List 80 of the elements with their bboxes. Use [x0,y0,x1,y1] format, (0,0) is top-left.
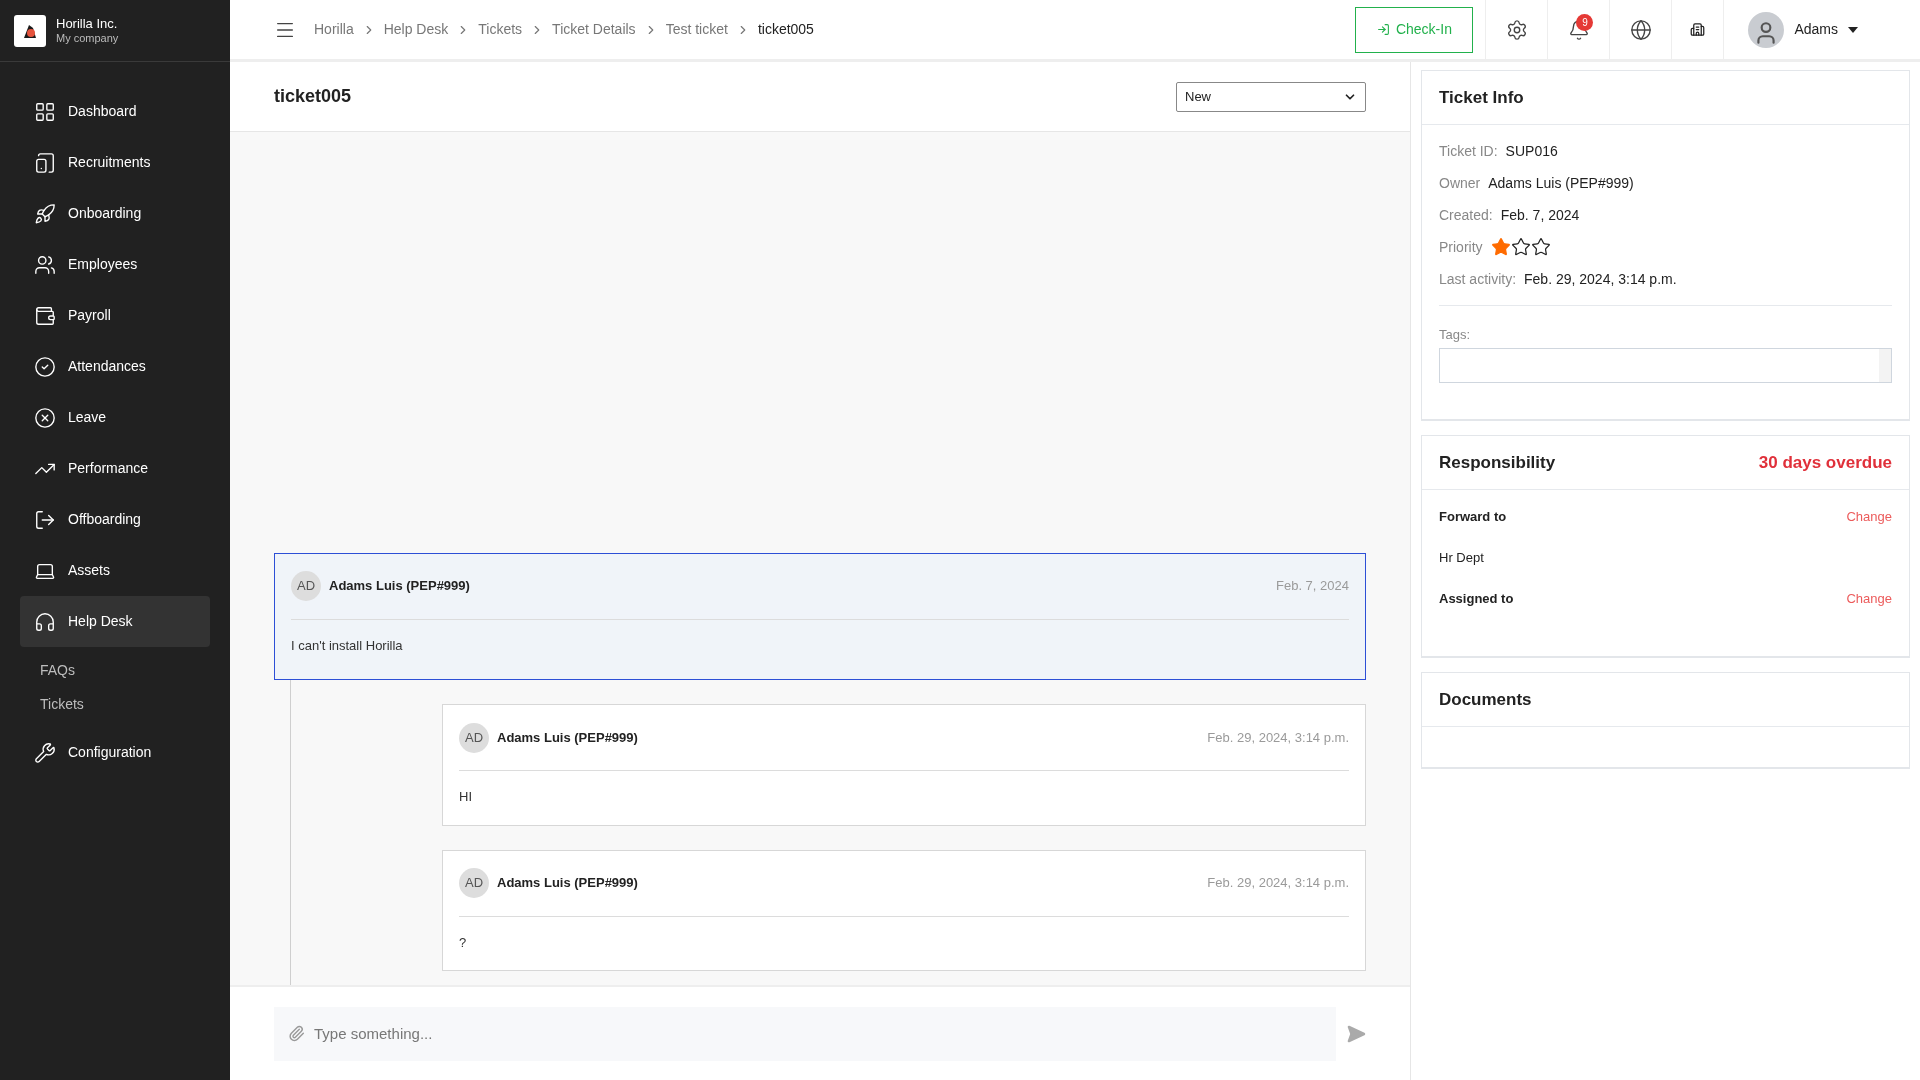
card-title: Documents [1439,688,1532,711]
message-author: Adams Luis (PEP#999) [329,577,470,596]
change-link[interactable]: Change [1846,589,1892,609]
message-author: Adams Luis (PEP#999) [497,874,638,893]
wallet-icon [34,304,56,327]
field-label: Created: [1439,205,1493,225]
submenu-item[interactable]: Tickets [20,687,210,721]
card-title: Ticket Info [1439,86,1524,109]
field-label: Owner [1439,173,1481,193]
people-icon [34,253,56,276]
field-value: Feb. 7, 2024 [1500,205,1580,225]
star-icon[interactable] [1490,237,1511,257]
message-author: Adams Luis (PEP#999) [497,728,638,747]
sidebar-item[interactable]: Leave [20,392,210,443]
company-subtitle: My company [56,31,119,46]
sidebar-item[interactable]: Payroll [20,290,210,341]
field-label: Last activity: [1439,269,1517,289]
user-name[interactable]: Adams [1794,19,1838,40]
overdue-status: 30 days overdue [1758,451,1892,474]
grid-icon [34,100,56,123]
message-text: I can't install Horilla [291,636,404,655]
star-icon[interactable] [1530,237,1551,257]
notification-count: 9 [1576,14,1594,31]
star-icon[interactable] [1510,237,1531,257]
phone-icon [34,151,56,174]
sidebar-item[interactable]: Configuration [20,727,210,778]
tools-icon [34,741,56,764]
change-link[interactable]: Change [1846,507,1892,527]
message-date: Feb. 29, 2024, 3:14 p.m. [1207,874,1349,893]
field-value: Feb. 29, 2024, 3:14 p.m. [1524,269,1677,289]
ticket-title: ticket005 [274,85,352,108]
status-select[interactable]: New [1176,81,1366,112]
section-value: Hr Dept [1439,549,1485,568]
sign-in-icon [1376,23,1390,36]
building-icon[interactable] [1690,22,1706,37]
rocket-icon [34,202,56,225]
message-text: HI [459,788,473,806]
settings-icon[interactable] [1505,18,1528,41]
avatar-initials: AD [459,868,489,898]
breadcrumb-link[interactable]: Test ticket [665,19,728,40]
avatar[interactable] [1748,11,1785,48]
breadcrumb-link[interactable]: Tickets [478,19,523,40]
message-date: Feb. 29, 2024, 3:14 p.m. [1207,728,1349,747]
sidebar-item[interactable]: Offboarding [20,494,210,545]
tags-label: Tags: [1439,327,1471,342]
breadcrumb-link[interactable]: Ticket Details [552,19,636,40]
sidebar-item[interactable]: Employees [20,239,210,290]
field-label: Priority [1439,237,1483,257]
x-circle-icon [34,406,56,429]
sidebar-item[interactable]: Recruitments [20,137,210,188]
breadcrumb-link[interactable]: Help Desk [383,19,449,40]
sidebar-item[interactable]: Attendances [20,341,210,392]
sidebar-item[interactable]: Onboarding [20,188,210,239]
notification-icon[interactable] [1567,18,1590,41]
sidebar-item[interactable]: Performance [20,443,210,494]
field-label: Ticket ID: [1439,141,1498,161]
avatar-initials: AD [291,571,321,601]
avatar-initials: AD [459,722,489,753]
message-input[interactable]: Type something... [274,1006,1336,1061]
section-label: Forward to [1439,508,1507,527]
caret-icon [1848,26,1858,33]
paperclip-icon [288,1024,305,1042]
card-title: Responsibility [1439,451,1556,474]
message-text: ? [459,933,468,952]
company-name: Horilla Inc. [56,15,119,32]
sidebar-item[interactable]: Assets [20,545,210,596]
headset-icon [34,610,56,633]
globe-icon[interactable] [1629,18,1652,41]
field-value: Adams Luis (PEP#999) [1488,173,1634,193]
sidebar-item[interactable]: Help Desk [20,596,210,647]
submenu-item[interactable]: FAQs [20,653,210,687]
field-value: SUP016 [1505,141,1558,161]
breadcrumb-link[interactable]: ticket005 [757,19,814,40]
check-circle-icon [34,355,56,378]
tags-field[interactable] [1439,348,1892,383]
section-label: Assigned to [1439,590,1514,609]
message-date: Feb. 7, 2024 [1276,577,1349,596]
breadcrumb-link[interactable]: Horilla [314,19,354,40]
sidebar-item[interactable]: Dashboard [20,86,210,137]
exit-icon [34,508,56,531]
